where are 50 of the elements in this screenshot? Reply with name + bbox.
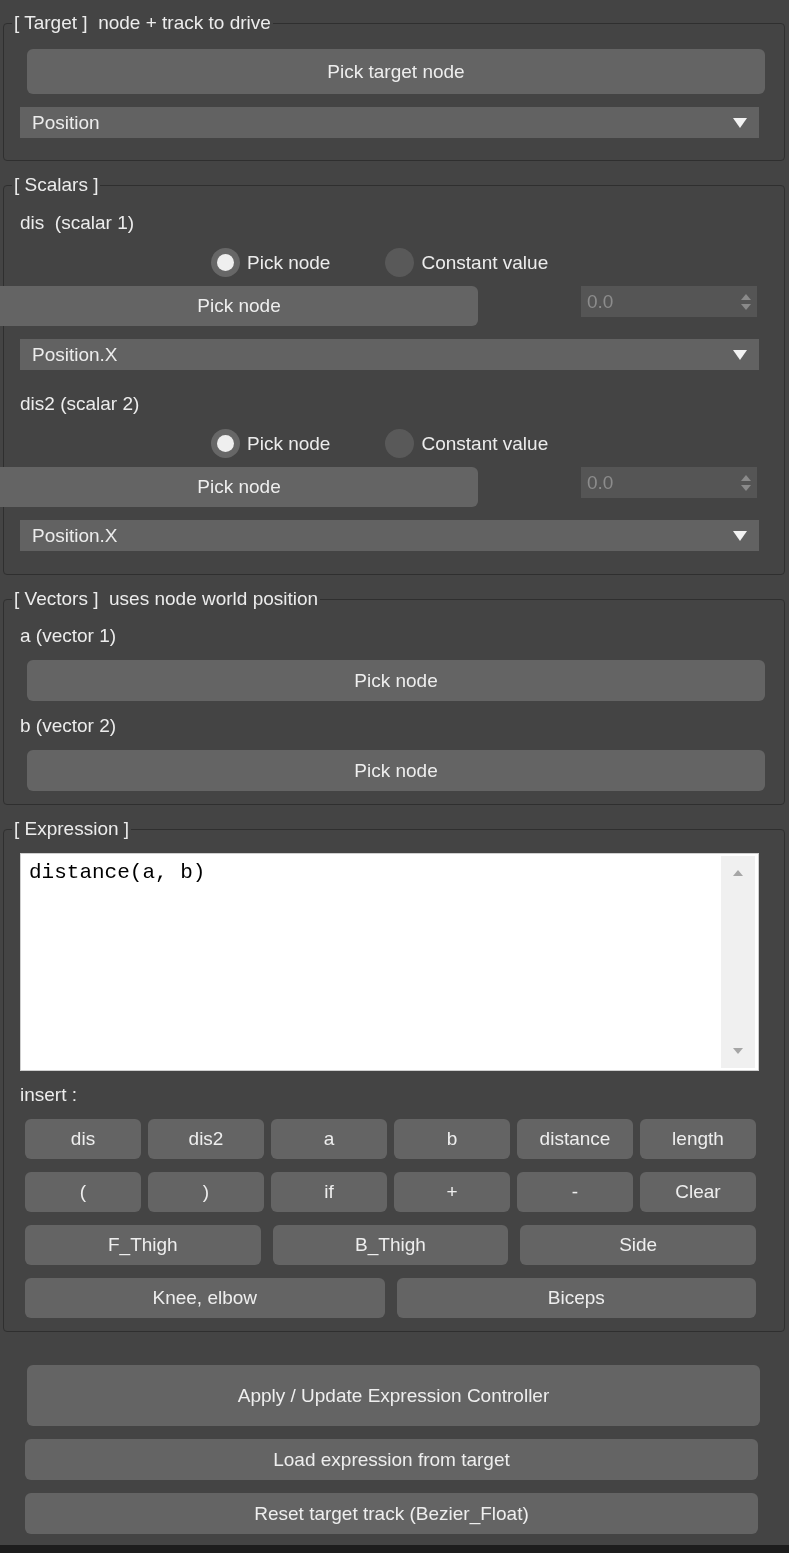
- insert-button[interactable]: dis: [25, 1119, 141, 1159]
- caret-icon: [733, 530, 747, 541]
- spinner-arrows-icon: [741, 293, 751, 310]
- group-title: [ Expression ]: [13, 818, 131, 840]
- insert-button[interactable]: Biceps: [396, 1278, 756, 1318]
- pick-node-button[interactable]: Pick node: [0, 467, 478, 507]
- caret-icon: [733, 117, 747, 128]
- expression-field[interactable]: distance(a, b): [20, 853, 759, 1071]
- group-title: [ Target ] node + track to drive: [13, 12, 272, 34]
- insert-label: insert :: [20, 1084, 79, 1106]
- scroll-up-arrow-icon[interactable]: [733, 870, 743, 876]
- spinner-arrows-icon: [741, 474, 751, 491]
- insert-button[interactable]: distance: [517, 1119, 633, 1159]
- insert-button[interactable]: if: [271, 1172, 387, 1212]
- group-title: [ Scalars ]: [13, 174, 100, 196]
- insert-button[interactable]: Side: [520, 1225, 756, 1265]
- action-button[interactable]: Apply / Update Expression Controller: [27, 1365, 760, 1426]
- insert-button[interactable]: length: [640, 1119, 756, 1159]
- pick-node-button[interactable]: Pick node: [27, 660, 765, 701]
- radio-button[interactable]: Pick node: [211, 429, 331, 458]
- insert-button[interactable]: Clear: [640, 1172, 756, 1212]
- radio-button[interactable]: Pick node: [211, 248, 331, 277]
- action-button[interactable]: Reset target track (Bezier_Float): [25, 1493, 758, 1534]
- insert-button[interactable]: ): [148, 1172, 264, 1212]
- insert-button[interactable]: F_Thigh: [25, 1225, 261, 1265]
- insert-button[interactable]: Knee, elbow: [25, 1278, 385, 1318]
- insert-button[interactable]: b: [394, 1119, 510, 1159]
- pick-node-button[interactable]: Pick node: [27, 750, 765, 791]
- insert-button[interactable]: (: [25, 1172, 141, 1212]
- scalar-label: dis2 (scalar 2): [20, 393, 141, 415]
- track-dropdown[interactable]: Position: [20, 107, 759, 138]
- pick-node-button[interactable]: Pick node: [0, 286, 478, 326]
- pick-target-node-button[interactable]: Pick target node: [27, 49, 765, 94]
- action-button[interactable]: Load expression from target: [25, 1439, 758, 1480]
- scroll-down-arrow-icon[interactable]: [733, 1048, 743, 1054]
- vector-label: b (vector 2): [20, 715, 118, 737]
- scalar-label: dis (scalar 1): [20, 212, 136, 234]
- track-dropdown[interactable]: Position.X: [20, 339, 759, 370]
- radio-button[interactable]: Constant value: [385, 429, 549, 458]
- track-dropdown[interactable]: Position.X: [20, 520, 759, 551]
- insert-button[interactable]: -: [517, 1172, 633, 1212]
- caret-icon: [733, 349, 747, 360]
- insert-button[interactable]: dis2: [148, 1119, 264, 1159]
- scrollbar[interactable]: [721, 856, 755, 1068]
- insert-button[interactable]: +: [394, 1172, 510, 1212]
- insert-button[interactable]: a: [271, 1119, 387, 1159]
- insert-button[interactable]: B_Thigh: [272, 1225, 509, 1265]
- radio-button[interactable]: Constant value: [385, 248, 549, 277]
- group-title: [ Vectors ] uses node world position: [13, 588, 320, 610]
- vector-label: a (vector 1): [20, 625, 118, 647]
